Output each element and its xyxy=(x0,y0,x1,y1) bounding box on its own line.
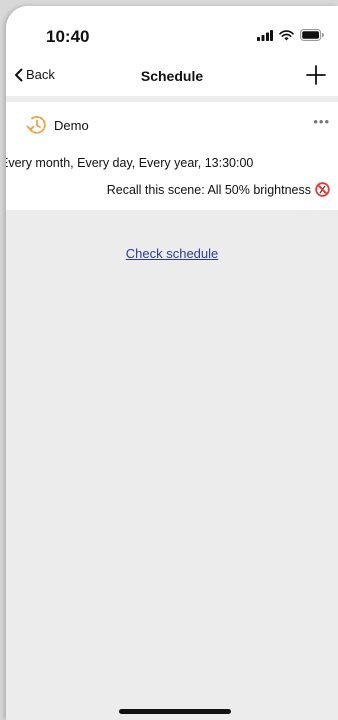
schedule-card[interactable]: Demo ••• Every month, Every day, Every y… xyxy=(6,102,338,210)
no-sign-icon xyxy=(315,182,330,197)
check-schedule-link[interactable]: Check schedule xyxy=(6,246,338,261)
phone-screen: 10:40 Back Schedule Demo ••• Every month… xyxy=(6,6,338,720)
recall-scene-text: Recall this scene: All 50% brightness xyxy=(106,182,311,197)
plus-icon[interactable] xyxy=(304,63,328,87)
schedule-header: Demo xyxy=(26,114,89,136)
signal-icon xyxy=(257,29,273,41)
schedule-description: Every month, Every day, Every year, 13:3… xyxy=(6,156,254,170)
schedule-name: Demo xyxy=(54,117,89,133)
status-icons xyxy=(257,29,324,41)
recall-row: Recall this scene: All 50% brightness xyxy=(107,182,330,197)
page-title: Schedule xyxy=(140,68,204,84)
home-indicator[interactable] xyxy=(119,709,231,714)
navigation-bar: Back Schedule xyxy=(6,60,338,96)
more-options-button[interactable]: ••• xyxy=(313,114,330,129)
battery-icon xyxy=(300,29,324,41)
wifi-icon xyxy=(279,29,294,40)
status-bar: 10:40 xyxy=(6,6,338,60)
clock-icon xyxy=(26,115,46,134)
status-time: 10:40 xyxy=(46,27,90,46)
